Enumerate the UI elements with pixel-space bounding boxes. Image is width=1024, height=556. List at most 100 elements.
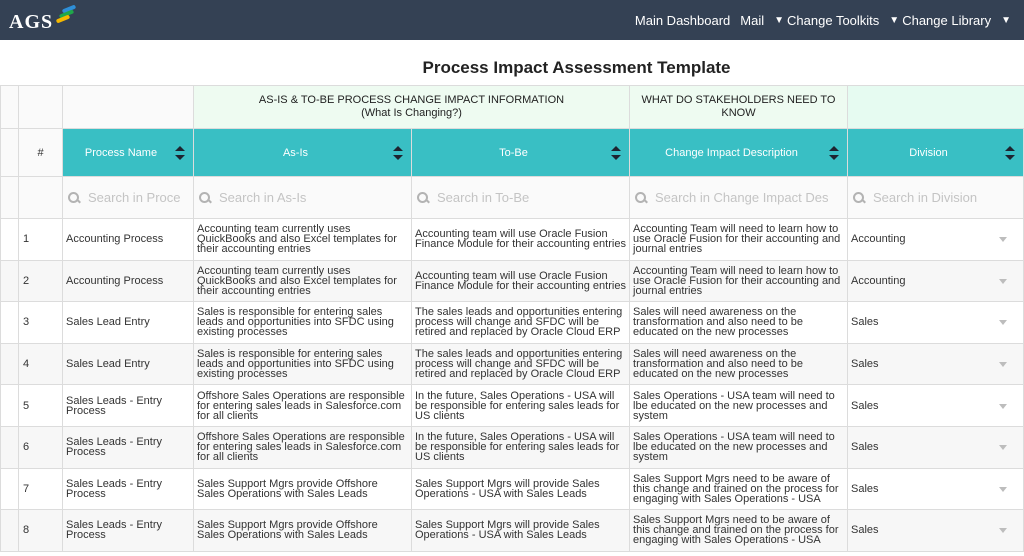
cell-division[interactable]: Sales [847, 384, 1024, 427]
cell-process-name[interactable]: Sales Lead Entry [62, 301, 194, 344]
dropdown-arrow-icon[interactable] [999, 403, 1008, 409]
cell-change-impact[interactable]: Sales Operations - USA team will need to… [629, 384, 849, 427]
nav-change-library-label: Change Library [902, 12, 992, 28]
nav-mail-label: Mail [740, 12, 765, 28]
cell-process-name[interactable]: Sales Lead Entry [62, 342, 194, 386]
cell-to-be[interactable]: Sales Support Mgrs will provide Sales Op… [410, 509, 631, 552]
row-number-text: 8 [23, 524, 30, 537]
table-row[interactable]: 2 Accounting Process Accounting team curre… [0, 259, 1024, 303]
cell-change-impact[interactable]: Sales will need awareness on the transfo… [629, 342, 849, 386]
cell-to-be[interactable]: Accounting team will use Oracle Fusion F… [410, 259, 631, 303]
cell-to-be[interactable]: Accounting team will use Oracle Fusion F… [410, 218, 631, 261]
caret-down-icon: ▼ [1001, 14, 1011, 26]
sort-icon[interactable] [829, 145, 840, 160]
table-row[interactable]: 1 Accounting Process Accounting team curre… [0, 218, 1024, 261]
cell-process-name-text: Accounting Process [66, 233, 164, 246]
dropdown-arrow-icon[interactable] [999, 486, 1008, 492]
cell-as-is[interactable]: Accounting team currently uses QuickBook… [193, 218, 412, 261]
ags-logo[interactable]: AGS [9, 4, 80, 33]
cell-as-is-text: Sales is responsible for entering sales … [197, 306, 394, 339]
table-row[interactable]: 6 Sales Leads - Entry Process Offshore Sal… [0, 425, 1024, 469]
cell-change-impact[interactable]: Sales Support Mgrs need to be aware of t… [629, 509, 849, 552]
cell-change-impact[interactable]: Accounting Team will need to learn how t… [629, 218, 849, 261]
search-row [0, 176, 1024, 219]
search-to-be-input[interactable] [437, 190, 626, 205]
nav-change-library[interactable]: ▼ Change Library [889, 13, 991, 28]
dropdown-arrow-icon[interactable] [999, 445, 1008, 451]
sort-icon[interactable] [175, 145, 185, 160]
dropdown-arrow-icon[interactable] [999, 237, 1008, 243]
cell-as-is-text: Accounting team currently uses QuickBook… [197, 223, 397, 256]
logo-mark-icon [54, 4, 80, 25]
cell-division[interactable]: Accounting [847, 218, 1024, 261]
cell-division[interactable]: Sales [847, 467, 1024, 511]
header-process-name[interactable]: Process Name [62, 128, 194, 177]
cell-process-name[interactable]: Sales Leads - Entry Process [62, 384, 194, 427]
cell-process-name-text: Sales Leads - Entry Process [66, 477, 162, 500]
cell-as-is[interactable]: Sales is responsible for entering sales … [193, 342, 412, 386]
search-division-input[interactable] [873, 190, 1020, 205]
cell-change-impact[interactable]: Accounting Team will need to learn how t… [629, 259, 849, 303]
cell-as-is-text: Accounting team currently uses QuickBook… [197, 264, 397, 297]
cell-process-name[interactable]: Accounting Process [62, 259, 194, 303]
process-impact-table: AS-IS & TO-BE PROCESS CHANGE IMPACT INFO… [0, 85, 1024, 556]
cell-division[interactable]: Sales [847, 301, 1024, 344]
row-number-text: 6 [23, 441, 30, 454]
cell-to-be-text: Accounting team will use Oracle Fusion F… [415, 269, 626, 292]
nav-more[interactable]: ▼ [1001, 15, 1014, 26]
cell-change-impact[interactable]: Sales Support Mgrs need to be aware of t… [629, 467, 849, 511]
nav-main-dashboard[interactable]: Main Dashboard [635, 13, 730, 28]
cell-as-is[interactable]: Offshore Sales Operations are responsibl… [193, 384, 412, 427]
nav-change-toolkits[interactable]: ▼ Change Toolkits [774, 13, 879, 28]
table-row[interactable]: 5 Sales Leads - Entry Process Offshore Sal… [0, 384, 1024, 427]
dropdown-arrow-icon[interactable] [999, 528, 1008, 534]
dropdown-arrow-icon[interactable] [999, 320, 1008, 326]
cell-process-name[interactable]: Sales Leads - Entry Process [62, 509, 194, 552]
table-row[interactable]: 4 Sales Lead Entry Sales is responsible fo… [0, 342, 1024, 386]
table-row[interactable]: 3 Sales Lead Entry Sales is responsible fo… [0, 301, 1024, 344]
cell-change-impact[interactable]: Sales will need awareness on the transfo… [629, 301, 849, 344]
table-row[interactable]: 7 Sales Leads - Entry Process Sales Suppor… [0, 467, 1024, 511]
header-to-be[interactable]: To-Be [410, 128, 631, 177]
cell-as-is[interactable]: Sales Support Mgrs provide Offshore Sale… [193, 509, 412, 552]
cell-process-name[interactable]: Sales Leads - Entry Process [62, 467, 194, 511]
sort-icon[interactable] [393, 145, 403, 160]
main-nav: Main Dashboard Mail ▼ Change Toolkits ▼ Ch… [635, 0, 1024, 40]
cell-as-is-text: Offshore Sales Operations are responsibl… [197, 389, 405, 422]
group-header-row: AS-IS & TO-BE PROCESS CHANGE IMPACT INFO… [0, 85, 1024, 129]
cell-division[interactable]: Sales [847, 509, 1024, 552]
cell-to-be[interactable]: In the future, Sales Operations - USA wi… [410, 425, 631, 469]
row-spacer [0, 342, 19, 386]
cell-to-be[interactable]: In the future, Sales Operations - USA wi… [410, 384, 631, 427]
cell-process-name[interactable]: Accounting Process [62, 218, 194, 261]
nav-mail[interactable]: Mail [740, 13, 764, 28]
dropdown-arrow-icon[interactable] [999, 362, 1008, 368]
table-row[interactable]: 8 Sales Leads - Entry Process Sales Suppor… [0, 509, 1024, 552]
group-spacer [62, 85, 194, 129]
cell-as-is[interactable]: Sales is responsible for entering sales … [193, 301, 412, 344]
cell-to-be[interactable]: Sales Support Mgrs will provide Sales Op… [410, 467, 631, 511]
cell-change-impact-text: Sales Support Mgrs need to be aware of t… [633, 514, 839, 547]
header-as-is[interactable]: As-Is [193, 128, 412, 177]
cell-as-is[interactable]: Offshore Sales Operations are responsibl… [193, 425, 412, 469]
sort-icon[interactable] [1005, 145, 1016, 160]
cell-division-text: Sales [851, 399, 879, 412]
cell-division[interactable]: Accounting [847, 259, 1024, 303]
search-change-impact-cell [629, 176, 849, 219]
cell-as-is[interactable]: Sales Support Mgrs provide Offshore Sale… [193, 467, 412, 511]
cell-division[interactable]: Sales [847, 342, 1024, 386]
row-number-text: 2 [23, 274, 30, 287]
cell-division[interactable]: Sales [847, 425, 1024, 469]
search-as-is-input[interactable] [219, 190, 407, 205]
search-change-impact-input[interactable] [655, 190, 844, 205]
search-process-name-input[interactable] [88, 190, 189, 205]
cell-to-be[interactable]: The sales leads and opportunities enteri… [410, 301, 631, 344]
cell-as-is[interactable]: Accounting team currently uses QuickBook… [193, 259, 412, 303]
sort-icon[interactable] [611, 145, 622, 160]
header-change-impact[interactable]: Change Impact Description [629, 128, 849, 177]
cell-process-name[interactable]: Sales Leads - Entry Process [62, 425, 194, 469]
header-division[interactable]: Division [847, 128, 1024, 177]
cell-change-impact[interactable]: Sales Operations - USA team will need to… [629, 425, 849, 469]
cell-to-be[interactable]: The sales leads and opportunities enteri… [410, 342, 631, 386]
dropdown-arrow-icon[interactable] [999, 278, 1008, 284]
